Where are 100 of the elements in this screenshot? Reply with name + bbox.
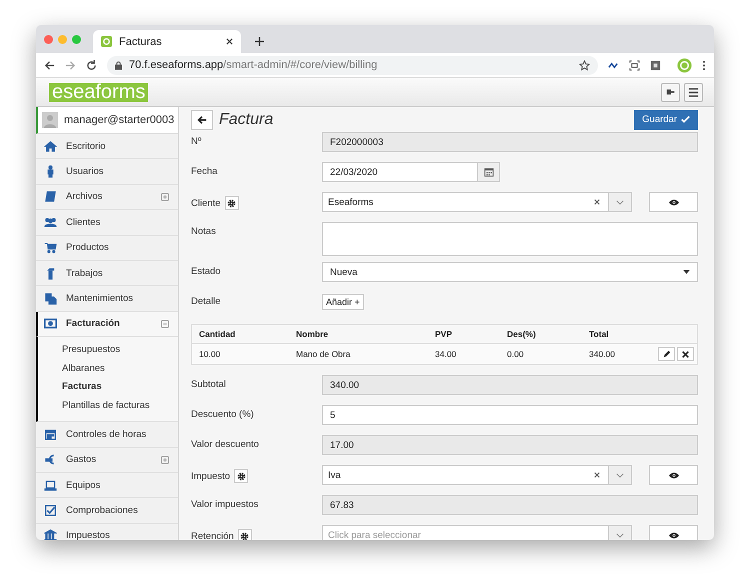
view-button[interactable] — [649, 465, 698, 485]
view-button[interactable] — [649, 192, 698, 212]
table-cell-text: 34.00 — [435, 349, 458, 359]
sidebar-item[interactable]: Productos — [36, 236, 178, 261]
menu-icon[interactable] — [702, 60, 706, 70]
delete-button[interactable] — [677, 347, 694, 361]
table-cell-text: 10.00 — [199, 349, 222, 359]
field-label: Estado — [191, 266, 221, 277]
field-label: Valor descuento — [191, 439, 259, 450]
field-label: Retención — [191, 530, 234, 540]
eye-icon — [668, 532, 678, 538]
column-header: PVP — [435, 329, 454, 339]
sidebar-item[interactable]: Archivos — [36, 184, 178, 210]
sidebar-item[interactable]: Escritorio — [36, 134, 178, 160]
dropdown-toggle[interactable] — [608, 526, 631, 540]
field-label: Nº — [191, 136, 202, 147]
dropdown-toggle[interactable] — [608, 193, 631, 211]
clear-icon[interactable] — [594, 472, 600, 478]
column-header: Cantidad — [199, 329, 236, 339]
submenu-item[interactable]: Facturas — [62, 378, 178, 397]
chevron-down-icon — [616, 532, 624, 538]
edit-button[interactable] — [658, 347, 675, 361]
gear-icon — [240, 532, 250, 540]
reload-icon[interactable] — [86, 60, 97, 70]
select-field[interactable]: Iva — [322, 465, 632, 485]
submenu-item[interactable]: Presupuestos — [62, 341, 178, 360]
field-label: Notas — [191, 226, 216, 237]
sidebar-item[interactable]: Gastos — [36, 448, 178, 473]
sidebar-item[interactable]: Equipos — [36, 472, 178, 498]
field-label: Descuento (%) — [191, 409, 254, 420]
cart-icon — [44, 241, 57, 254]
extension-icon[interactable] — [650, 60, 661, 70]
column-header: Nombre — [296, 329, 330, 339]
gear-icon — [227, 198, 236, 208]
sidebar-item[interactable]: Controles de horas — [36, 422, 178, 448]
sidebar-item[interactable]: Impuestos — [36, 524, 178, 540]
browser-tab[interactable]: Facturas — [93, 30, 241, 53]
sidebar-item[interactable]: Trabajos — [36, 260, 178, 286]
laptop-icon — [44, 478, 57, 492]
chevron-down-icon — [616, 472, 624, 478]
field-label: Detalle — [191, 296, 221, 307]
address-bar[interactable]: 70.f.eseaforms.app/smart-admin/#/core/view/billing — [107, 56, 598, 74]
check-icon — [44, 504, 57, 517]
readonly-field: F202000003 — [322, 132, 698, 152]
field-label: Valor impuestos — [191, 499, 258, 510]
collapse-icon[interactable] — [161, 320, 169, 328]
readonly-field: 340.00 — [322, 375, 698, 395]
menu-icon — [688, 86, 699, 98]
menu-button[interactable] — [684, 82, 703, 102]
caret-icon — [683, 270, 690, 274]
sidebar-item[interactable]: Clientes — [36, 210, 178, 236]
column-header: Des(%) — [507, 329, 537, 339]
pencil-icon — [662, 350, 670, 358]
sidebar-item[interactable]: Usuarios — [36, 159, 178, 185]
checkmark-icon — [681, 115, 690, 124]
input-field[interactable]: 5 — [322, 405, 698, 425]
status-dropdown[interactable]: Nueva — [322, 262, 698, 282]
submenu-item[interactable]: Albaranes — [62, 360, 178, 378]
chevron-down-icon — [616, 200, 624, 204]
bank-icon — [44, 529, 57, 540]
submenu-item[interactable]: Plantillas de facturas — [62, 396, 178, 416]
add-button[interactable]: Añadir + — [322, 294, 364, 310]
star-icon[interactable] — [579, 60, 590, 70]
home-icon — [44, 140, 57, 153]
money-icon — [44, 317, 57, 330]
dropdown-toggle[interactable] — [608, 466, 631, 484]
select-field[interactable]: Eseaforms — [322, 192, 632, 212]
settings-button[interactable] — [224, 196, 239, 210]
settings-button[interactable] — [234, 469, 248, 483]
gear-icon — [236, 472, 246, 480]
users-icon — [44, 216, 57, 229]
calendar-button[interactable] — [478, 162, 500, 182]
eye-icon — [668, 198, 678, 206]
settings-button[interactable] — [238, 529, 252, 540]
page-title: Factura — [219, 110, 274, 128]
close-tab-icon[interactable] — [226, 38, 233, 45]
extension-icon[interactable] — [608, 60, 619, 70]
table-cell-text: 340.00 — [589, 349, 616, 359]
eye-icon — [668, 472, 678, 478]
table-cell-text: 0.00 — [507, 349, 525, 359]
sidebar-item[interactable]: Comprobaciones — [36, 498, 178, 524]
screenshot-icon[interactable] — [629, 60, 640, 70]
lock-icon — [115, 60, 122, 70]
clear-icon[interactable] — [594, 199, 600, 205]
field-label: Cliente — [191, 198, 221, 208]
field-label: Fecha — [191, 166, 218, 177]
view-button[interactable] — [649, 525, 698, 540]
avatar-icon — [42, 112, 58, 128]
new-tab-icon[interactable] — [255, 37, 264, 46]
table-cell-text: Mano de Obra — [296, 349, 352, 359]
readonly-field: 67.83 — [322, 495, 698, 515]
save-button[interactable]: Guardar — [634, 110, 698, 130]
date-field[interactable]: 22/03/2020 — [322, 162, 478, 182]
back-button[interactable] — [191, 110, 213, 130]
favicon-icon — [101, 36, 112, 47]
back-arrow-icon[interactable] — [44, 60, 55, 70]
field-label: Subtotal — [191, 379, 226, 390]
field-label: Impuesto — [191, 470, 230, 482]
logout-button[interactable] — [661, 82, 680, 102]
readonly-field: 17.00 — [322, 435, 698, 455]
